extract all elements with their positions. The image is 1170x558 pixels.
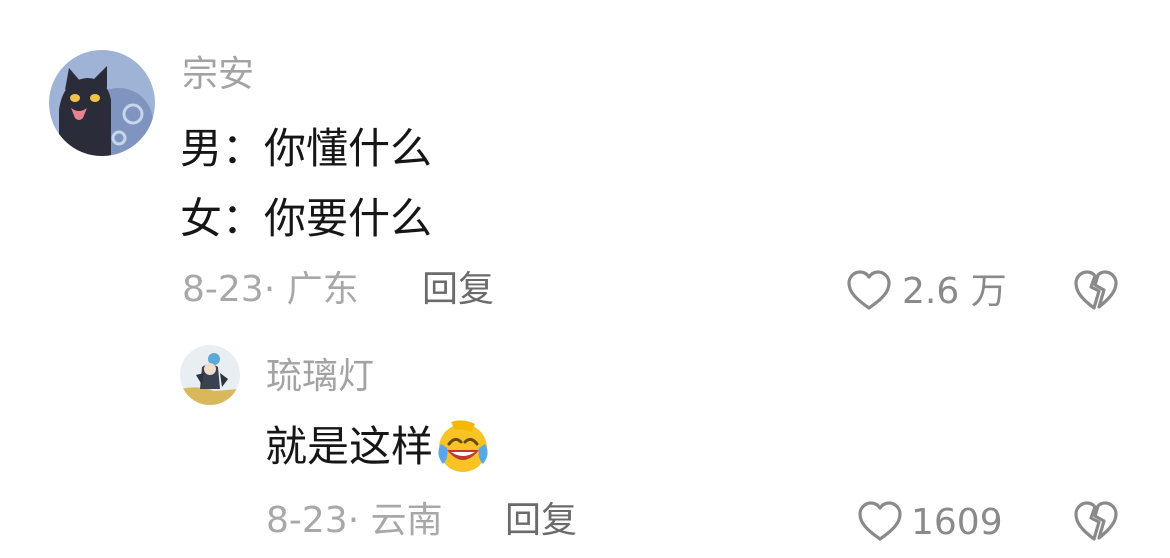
like-count: 1609 <box>911 502 1003 543</box>
cat-avatar-icon <box>49 50 155 156</box>
reply-comment-item: 琉璃灯 就是这样 8-23· 云南 回复 1609 <box>0 330 1170 558</box>
comment-text: 就是这样 <box>265 422 434 471</box>
broken-heart-outline-icon[interactable] <box>1073 500 1119 542</box>
comment-item: 宗安 男：你懂什么 女：你要什么 8-23· 广东 回复 2.6 万 <box>0 0 1170 330</box>
girl-avatar-icon <box>180 345 240 405</box>
comment-text-line: 男：你懂什么 <box>180 124 433 173</box>
heart-outline-icon[interactable] <box>857 500 903 542</box>
heart-outline-icon[interactable] <box>846 269 892 311</box>
comment-text-line: 就是这样 <box>265 419 491 474</box>
avatar[interactable] <box>49 50 155 156</box>
reply-button[interactable]: 回复 <box>422 270 494 310</box>
broken-heart-outline-icon[interactable] <box>1073 269 1119 311</box>
avatar[interactable] <box>180 345 240 405</box>
comment-text-line: 女：你要什么 <box>180 194 433 243</box>
laughing-crying-emoji-icon <box>438 419 488 472</box>
username[interactable]: 宗安 <box>182 55 254 95</box>
comment-date-location: 8-23· 云南 <box>266 500 443 541</box>
username[interactable]: 琉璃灯 <box>266 357 374 397</box>
like-count: 2.6 万 <box>902 271 1007 312</box>
comment-date-location: 8-23· 广东 <box>182 269 359 310</box>
reply-button[interactable]: 回复 <box>505 501 577 541</box>
